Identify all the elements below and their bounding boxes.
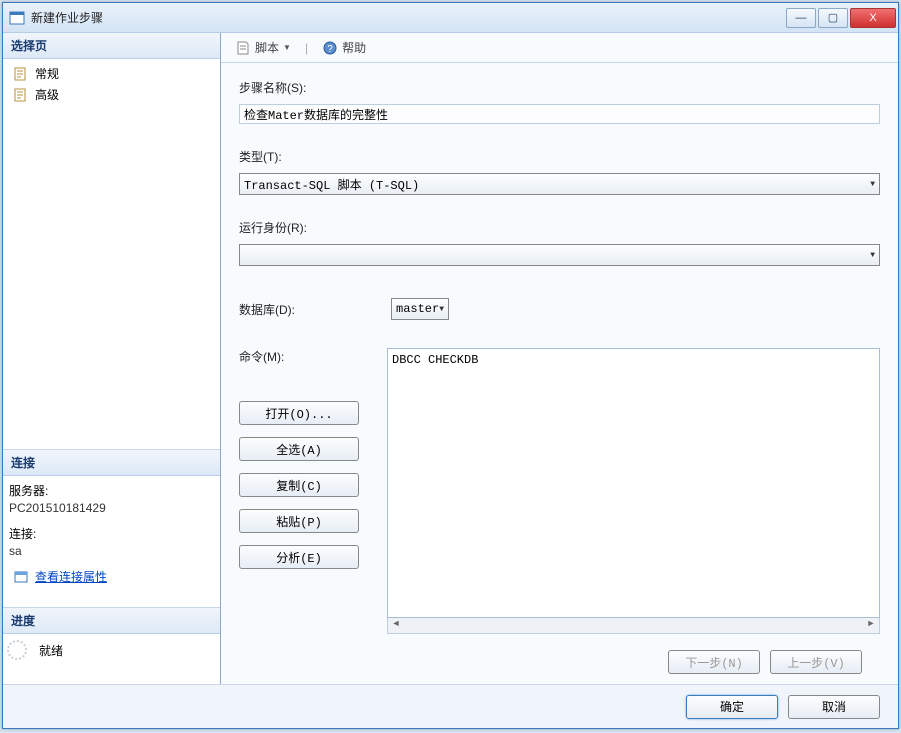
step-nav-buttons: 下一步(N) 上一步(V) — [239, 642, 880, 674]
scroll-left-icon[interactable]: ◄ — [388, 618, 404, 633]
paste-button[interactable]: 粘贴(P) — [239, 509, 359, 533]
sidebar: 选择页 常规 高级 连接 服务器: PC201510181429 连接: sa — [3, 33, 221, 684]
form-area: 步骤名称(S): 类型(T): Transact-SQL 脚本 (T-SQL) … — [221, 63, 898, 684]
view-connection-properties[interactable]: 查看连接属性 — [9, 566, 214, 587]
server-label: 服务器: — [9, 480, 214, 501]
run-as-select[interactable]: ▼ — [239, 244, 880, 266]
sidebar-item-label: 常规 — [35, 65, 59, 82]
database-select[interactable]: master ▼ — [391, 298, 449, 320]
dialog-window: 新建作业步骤 — ▢ X 选择页 常规 高级 连接 — [2, 2, 899, 729]
cancel-button[interactable]: 取消 — [788, 695, 880, 719]
chevron-down-icon: ▼ — [439, 305, 444, 314]
dialog-footer: 确定 取消 — [3, 684, 898, 728]
parse-button[interactable]: 分析(E) — [239, 545, 359, 569]
app-icon — [9, 10, 25, 26]
command-section: 命令(M): 打开(O)... 全选(A) 复制(C) 粘贴(P) 分析(E) … — [239, 348, 880, 634]
connection-label: 连接: — [9, 523, 214, 544]
main-panel: 脚本 ▼ | ? 帮助 步骤名称(S): 类型(T): Transact-SQL… — [221, 33, 898, 684]
spinner-icon — [7, 640, 27, 660]
properties-icon — [13, 569, 29, 585]
window-title: 新建作业步骤 — [29, 9, 786, 26]
chevron-down-icon: ▼ — [870, 180, 875, 189]
type-select[interactable]: Transact-SQL 脚本 (T-SQL) ▼ — [239, 173, 880, 195]
server-value: PC201510181429 — [9, 501, 214, 523]
next-button[interactable]: 下一步(N) — [668, 650, 760, 674]
run-as-label: 运行身份(R): — [239, 219, 880, 236]
page-icon — [13, 87, 29, 103]
select-all-button[interactable]: 全选(A) — [239, 437, 359, 461]
chevron-down-icon: ▼ — [870, 251, 875, 260]
command-buttons: 打开(O)... 全选(A) 复制(C) 粘贴(P) 分析(E) — [239, 401, 379, 569]
horizontal-scrollbar[interactable]: ◄ ► — [387, 618, 880, 634]
command-label: 命令(M): — [239, 348, 379, 365]
sidebar-item-label: 高级 — [35, 86, 59, 103]
titlebar[interactable]: 新建作业步骤 — ▢ X — [3, 3, 898, 33]
script-button[interactable]: 脚本 ▼ — [229, 37, 297, 58]
progress-header: 进度 — [3, 608, 220, 634]
minimize-button[interactable]: — — [786, 8, 816, 28]
maximize-button[interactable]: ▢ — [818, 8, 848, 28]
connection-section: 服务器: PC201510181429 连接: sa 查看连接属性 — [3, 476, 220, 591]
type-value: Transact-SQL 脚本 (T-SQL) — [244, 176, 419, 193]
status-text: 就绪 — [39, 642, 63, 659]
database-label: 数据库(D): — [239, 301, 391, 318]
sidebar-item-general[interactable]: 常规 — [9, 63, 214, 84]
database-value: master — [396, 302, 439, 316]
toolbar-separator: | — [305, 41, 308, 55]
copy-button[interactable]: 复制(C) — [239, 473, 359, 497]
close-button[interactable]: X — [850, 8, 896, 28]
database-row: 数据库(D): master ▼ — [239, 298, 880, 320]
nav-list: 常规 高级 — [3, 59, 220, 109]
command-textarea[interactable] — [387, 348, 880, 618]
select-page-header: 选择页 — [3, 33, 220, 59]
toolbar: 脚本 ▼ | ? 帮助 — [221, 33, 898, 63]
scroll-right-icon[interactable]: ► — [863, 618, 879, 633]
script-label: 脚本 — [255, 39, 279, 56]
dropdown-icon: ▼ — [283, 43, 291, 52]
help-button[interactable]: ? 帮助 — [316, 37, 372, 58]
step-name-input[interactable] — [239, 104, 880, 124]
sidebar-item-advanced[interactable]: 高级 — [9, 84, 214, 105]
window-buttons: — ▢ X — [786, 8, 896, 28]
connection-header: 连接 — [3, 450, 220, 476]
page-icon — [13, 66, 29, 82]
view-props-link[interactable]: 查看连接属性 — [35, 568, 107, 585]
command-text-wrap: ◄ ► — [387, 348, 880, 634]
ok-button[interactable]: 确定 — [686, 695, 778, 719]
type-label: 类型(T): — [239, 148, 880, 165]
content-area: 选择页 常规 高级 连接 服务器: PC201510181429 连接: sa — [3, 33, 898, 684]
step-name-label: 步骤名称(S): — [239, 79, 880, 96]
help-label: 帮助 — [342, 39, 366, 56]
progress-status: 就绪 — [3, 634, 220, 684]
prev-button[interactable]: 上一步(V) — [770, 650, 862, 674]
connection-value: sa — [9, 544, 214, 566]
help-icon: ? — [322, 40, 338, 56]
command-left-column: 命令(M): 打开(O)... 全选(A) 复制(C) 粘贴(P) 分析(E) — [239, 348, 379, 634]
svg-text:?: ? — [327, 44, 333, 55]
open-button[interactable]: 打开(O)... — [239, 401, 359, 425]
script-icon — [235, 40, 251, 56]
